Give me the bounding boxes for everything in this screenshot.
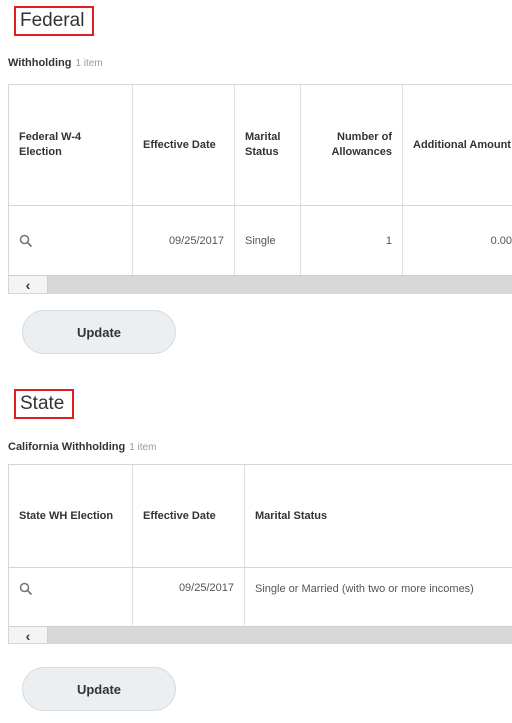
state-withholding-heading: California Withholding 1 item: [8, 441, 157, 453]
chevron-left-icon: ‹: [25, 277, 31, 293]
col-marital-status[interactable]: Marital Status: [235, 85, 301, 205]
scroll-left-button[interactable]: ‹: [9, 627, 48, 644]
search-icon[interactable]: [19, 582, 33, 596]
federal-election-cell: [9, 206, 133, 275]
scroll-left-button[interactable]: ‹: [9, 276, 48, 293]
marital-status-cell: Single: [235, 206, 301, 275]
col-number-of-allowances[interactable]: Number of Allowances: [301, 85, 403, 205]
search-icon[interactable]: [19, 234, 33, 248]
marital-status-cell: Single or Married (with two or more inco…: [255, 583, 474, 595]
item-count: 1 item: [129, 442, 157, 453]
table-row: 09/25/2017 Single 1 0.00: [9, 206, 512, 275]
federal-withholding-grid: Federal W-4 Election Effective Date Mari…: [8, 84, 512, 294]
item-count: 1 item: [75, 58, 103, 69]
effective-date-cell: 09/25/2017: [133, 206, 235, 275]
grid-header-row: Federal W-4 Election Effective Date Mari…: [9, 85, 512, 206]
col-additional-amount[interactable]: Additional Amount: [403, 85, 512, 205]
grid-header-row: State WH Election Effective Date Marital…: [9, 465, 512, 568]
federal-withholding-heading: Withholding 1 item: [8, 57, 103, 69]
federal-update-button[interactable]: Update: [22, 310, 176, 354]
col-effective-date[interactable]: Effective Date: [133, 465, 245, 567]
col-state-wh-election[interactable]: State WH Election: [9, 465, 133, 567]
horizontal-scrollbar[interactable]: ‹: [9, 626, 512, 644]
effective-date-cell: 09/25/2017: [133, 568, 245, 626]
col-effective-date[interactable]: Effective Date: [133, 85, 235, 205]
federal-section-title: Federal: [14, 6, 95, 36]
col-marital-status[interactable]: Marital Status: [245, 465, 512, 567]
state-withholding-grid: State WH Election Effective Date Marital…: [8, 464, 512, 644]
chevron-left-icon: ‹: [25, 628, 31, 644]
additional-amount-cell: 0.00: [403, 206, 512, 275]
col-federal-w4-election[interactable]: Federal W-4 Election: [9, 85, 133, 205]
state-section-title: State: [14, 389, 75, 419]
horizontal-scrollbar[interactable]: ‹: [9, 275, 512, 293]
table-row: 09/25/2017 Single or Married (with two o…: [9, 568, 512, 626]
state-update-button[interactable]: Update: [22, 667, 176, 711]
state-election-cell: [9, 568, 133, 626]
allowances-cell: 1: [301, 206, 403, 275]
